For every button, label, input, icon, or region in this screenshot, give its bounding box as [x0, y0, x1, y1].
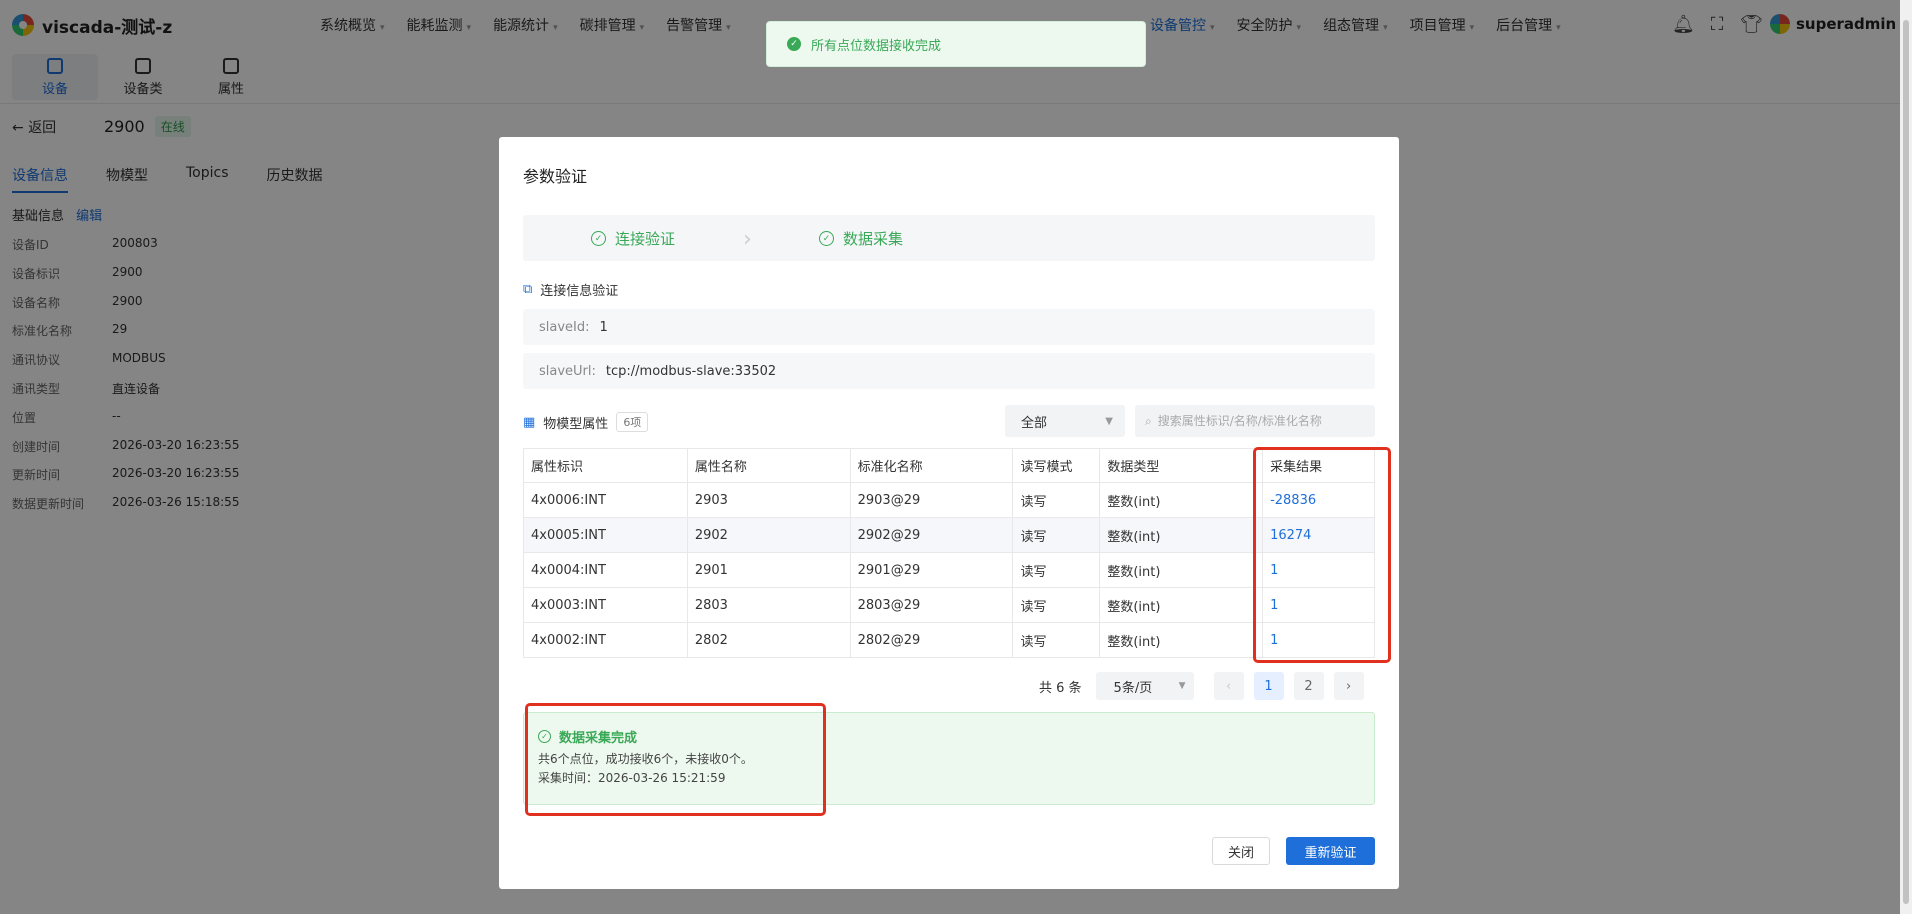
chevron-down-icon: ▼ — [1178, 681, 1186, 691]
connection-section-title: ⧉ 连接信息验证 — [523, 282, 619, 299]
step-collect: ✓ 数据采集 — [819, 228, 903, 249]
page-button[interactable]: 2 — [1293, 672, 1324, 700]
filter-select[interactable]: 全部 ▼ — [1005, 405, 1125, 437]
next-page-button[interactable]: › — [1333, 672, 1364, 700]
scrollbar-thumb[interactable] — [1903, 20, 1909, 904]
column-header: 属性名称 — [686, 448, 851, 483]
search-icon: ⌕ — [1145, 413, 1152, 428]
count-badge: 6项 — [616, 412, 649, 432]
slave-id-row: slaveId: 1 — [523, 309, 1375, 345]
toast-message: 所有点位数据接收完成 — [811, 38, 942, 54]
check-circle-icon: ✓ — [591, 231, 606, 246]
attribute-table: 属性标识 属性名称 标准化名称 读写模式 数据类型 采集结果 4x0006:IN… — [523, 448, 1375, 658]
link-icon: ⧉ — [523, 282, 533, 297]
chevron-down-icon: ▼ — [1105, 415, 1113, 427]
grid-icon: ▦ — [523, 414, 536, 430]
table-row[interactable]: 4x0002:INT 2802 2802@29 读写 整数(int) 1 — [523, 622, 1375, 658]
table-row[interactable]: 4x0006:INT 2903 2903@29 读写 整数(int) -2883… — [523, 482, 1375, 518]
column-header: 属性标识 — [523, 448, 688, 483]
chevron-right-icon: › — [743, 227, 752, 252]
column-header: 数据类型 — [1099, 448, 1264, 483]
page-button[interactable]: 1 — [1253, 672, 1284, 700]
table-header-row: 属性标识 属性名称 标准化名称 读写模式 数据类型 采集结果 — [523, 448, 1375, 483]
table-row[interactable]: 4x0003:INT 2803 2803@29 读写 整数(int) 1 — [523, 587, 1375, 623]
page-size-select[interactable]: 5条/页 ▼ — [1095, 672, 1194, 700]
highlight-box-summary — [525, 703, 826, 816]
model-section-title: ▦ 物模型属性 6项 — [523, 412, 649, 432]
retry-verify-button[interactable]: 重新验证 — [1286, 837, 1375, 865]
column-header: 标准化名称 — [849, 448, 1014, 483]
search-box: ⌕ — [1135, 405, 1375, 437]
dialog-title: 参数验证 — [523, 167, 588, 186]
highlight-box-results — [1253, 447, 1391, 663]
success-toast: ✓ 所有点位数据接收完成 — [766, 21, 1146, 67]
slave-url-row: slaveUrl: tcp://modbus-slave:33502 — [523, 353, 1375, 389]
close-button[interactable]: 关闭 — [1212, 837, 1270, 865]
steps-bar: ✓ 连接验证 › ✓ 数据采集 — [523, 215, 1375, 261]
table-row[interactable]: 4x0004:INT 2901 2901@29 读写 整数(int) 1 — [523, 552, 1375, 588]
prev-page-button[interactable]: ‹ — [1213, 672, 1244, 700]
table-row[interactable]: 4x0005:INT 2902 2902@29 读写 整数(int) 16274 — [523, 517, 1375, 553]
step-connection: ✓ 连接验证 — [591, 228, 675, 249]
check-circle-icon: ✓ — [819, 231, 834, 246]
search-input[interactable] — [1157, 414, 1358, 428]
pagination-total: 共 6 条 — [1039, 680, 1082, 696]
column-header: 读写模式 — [1012, 448, 1101, 483]
pagination: 共 6 条 5条/页 ▼ ‹ 1 2 › — [1039, 672, 1374, 700]
check-circle-icon: ✓ — [787, 37, 801, 51]
page-scrollbar[interactable] — [1900, 0, 1912, 914]
